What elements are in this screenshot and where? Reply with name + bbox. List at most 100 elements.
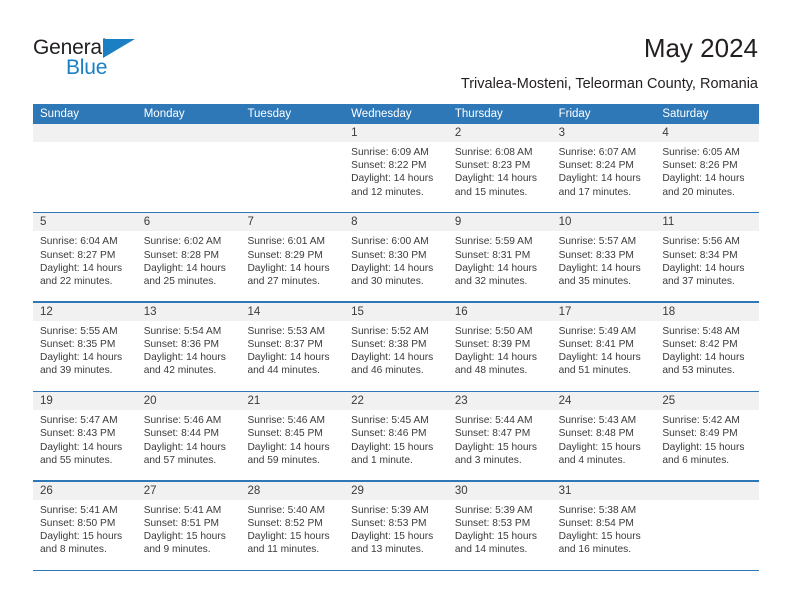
day-number[interactable]: 12 — [33, 303, 137, 321]
day-number[interactable]: 17 — [552, 303, 656, 321]
day-daylight-1-text: Daylight: 14 hours — [662, 173, 745, 185]
day-sunset-text: Sunset: 8:45 PM — [247, 428, 323, 440]
day-cell: Sunrise: 5:54 AM Sunset: 8:36 PM Daylight:… — [137, 321, 241, 391]
weekday-header-row: Sunday Monday Tuesday Wednesday Thursday… — [33, 104, 759, 124]
day-daylight-1-text: Daylight: 14 hours — [40, 352, 123, 364]
day-sunrise-text: Sunrise: 5:39 AM — [351, 504, 429, 516]
day-number[interactable]: 3 — [552, 124, 656, 142]
day-cell: Sunrise: 5:39 AM Sunset: 8:53 PM Daylight:… — [344, 500, 448, 570]
weekday-header-saturday: Saturday — [662, 108, 709, 120]
day-number[interactable]: 30 — [448, 482, 552, 500]
day-number-empty — [240, 124, 344, 142]
day-number[interactable]: 14 — [240, 303, 344, 321]
day-sunset-text: Sunset: 8:31 PM — [454, 249, 531, 261]
day-daylight-2-text: and 55 minutes. — [40, 454, 113, 466]
day-sunrise-text: Sunrise: 5:45 AM — [351, 415, 429, 427]
day-sunset-text: Sunset: 8:28 PM — [143, 249, 220, 261]
day-daylight-1-text: Daylight: 14 hours — [143, 441, 226, 453]
day-number[interactable]: 1 — [344, 124, 448, 142]
day-number[interactable]: 31 — [552, 482, 656, 500]
day-sunrise-text: Sunrise: 5:42 AM — [662, 415, 740, 427]
day-cell: Sunrise: 5:43 AM Sunset: 8:48 PM Daylight:… — [552, 410, 656, 480]
day-daylight-2-text: and 1 minute. — [351, 454, 413, 466]
day-cell: Sunrise: 5:59 AM Sunset: 8:31 PM Daylight:… — [448, 231, 552, 301]
day-sunset-text: Sunset: 8:49 PM — [662, 428, 738, 440]
day-daylight-2-text: and 16 minutes. — [558, 544, 632, 556]
day-daylight-1-text: Daylight: 14 hours — [454, 262, 537, 274]
day-cell: Sunrise: 6:01 AM Sunset: 8:29 PM Daylight:… — [240, 231, 344, 301]
day-number[interactable]: 2 — [448, 124, 552, 142]
day-number[interactable]: 16 — [448, 303, 552, 321]
calendar-week-row: 12 13 14 15 16 17 18 Sunrise: 5:55 AM Sunset: 8:… — [33, 302, 759, 393]
day-sunset-text: Sunset: 8:44 PM — [143, 428, 220, 440]
day-cell: Sunrise: 5:56 AM Sunset: 8:34 PM Daylight:… — [655, 231, 759, 301]
day-daylight-1-text: Daylight: 15 hours — [351, 530, 434, 542]
day-sunset-text: Sunset: 8:30 PM — [351, 249, 427, 261]
day-cell: Sunrise: 5:50 AM Sunset: 8:39 PM Daylight:… — [448, 321, 552, 391]
day-sunrise-text: Sunrise: 5:46 AM — [247, 415, 326, 427]
day-number[interactable]: 6 — [137, 213, 241, 231]
day-daylight-2-text: and 27 minutes. — [247, 276, 320, 287]
day-cell: Sunrise: 5:46 AM Sunset: 8:45 PM Daylight:… — [240, 410, 344, 480]
calendar-week-row: 1 2 3 4 Sunrise: 6:09 AM Sunset: 8:22 PM Dayli… — [33, 124, 759, 214]
day-daylight-2-text: and 8 minutes. — [40, 544, 107, 556]
day-number[interactable]: 29 — [344, 482, 448, 500]
week-date-number-band: 26 27 28 29 30 31 — [33, 481, 759, 500]
day-number[interactable]: 15 — [344, 303, 448, 321]
day-number[interactable]: 8 — [344, 213, 448, 231]
day-sunset-text: Sunset: 8:34 PM — [662, 249, 738, 261]
day-daylight-1-text: Daylight: 14 hours — [143, 262, 226, 274]
day-sunset-text: Sunset: 8:39 PM — [454, 338, 531, 350]
calendar-grid: Sunday Monday Tuesday Wednesday Thursday… — [33, 104, 759, 571]
day-sunrise-text: Sunrise: 6:01 AM — [247, 236, 326, 248]
week-date-number-band: 19 20 21 22 23 24 25 — [33, 392, 759, 411]
day-sunset-text: Sunset: 8:29 PM — [247, 249, 323, 261]
day-daylight-1-text: Daylight: 15 hours — [351, 441, 434, 453]
day-number[interactable]: 5 — [33, 213, 137, 231]
day-number[interactable]: 24 — [552, 392, 656, 410]
day-number[interactable]: 13 — [137, 303, 241, 321]
day-number[interactable]: 9 — [448, 213, 552, 231]
day-number[interactable]: 11 — [655, 213, 759, 231]
day-number[interactable]: 22 — [344, 392, 448, 410]
day-number[interactable]: 18 — [655, 303, 759, 321]
day-daylight-2-text: and 9 minutes. — [143, 544, 211, 556]
day-number[interactable]: 7 — [240, 213, 344, 231]
day-cell-empty — [137, 142, 241, 212]
day-sunset-text: Sunset: 8:26 PM — [662, 160, 738, 172]
day-daylight-1-text: Daylight: 14 hours — [558, 173, 641, 185]
day-daylight-1-text: Daylight: 14 hours — [351, 173, 434, 185]
day-number[interactable]: 26 — [33, 482, 137, 500]
day-sunrise-text: Sunrise: 6:07 AM — [558, 147, 637, 158]
day-daylight-2-text: and 39 minutes. — [40, 365, 113, 377]
day-sunset-text: Sunset: 8:47 PM — [454, 428, 531, 440]
day-sunset-text: Sunset: 8:51 PM — [143, 517, 220, 529]
week-date-number-band: 12 13 14 15 16 17 18 — [33, 302, 759, 321]
day-daylight-1-text: Daylight: 15 hours — [454, 441, 537, 453]
day-sunset-text: Sunset: 8:36 PM — [143, 338, 220, 350]
day-daylight-1-text: Daylight: 15 hours — [662, 441, 745, 453]
day-sunset-text: Sunset: 8:48 PM — [558, 428, 634, 440]
day-number[interactable]: 10 — [552, 213, 656, 231]
day-sunrise-text: Sunrise: 5:47 AM — [40, 415, 118, 427]
weekday-header-monday: Monday — [143, 108, 185, 120]
day-number[interactable]: 21 — [240, 392, 344, 410]
day-daylight-2-text: and 51 minutes. — [558, 365, 632, 377]
calendar-week-row: 26 27 28 29 30 31 Sunrise: 5:41 AM Sunset: 8:50… — [33, 481, 759, 571]
day-cell: Sunrise: 5:55 AM Sunset: 8:35 PM Daylight:… — [33, 321, 137, 391]
day-cell: Sunrise: 5:46 AM Sunset: 8:44 PM Daylight:… — [137, 410, 241, 480]
day-sunrise-text: Sunrise: 5:48 AM — [662, 325, 740, 337]
day-number[interactable]: 25 — [655, 392, 759, 410]
day-number[interactable]: 4 — [655, 124, 759, 142]
day-sunrise-text: Sunrise: 5:57 AM — [558, 236, 637, 248]
day-number[interactable]: 28 — [240, 482, 344, 500]
week-detail-row: Sunrise: 5:55 AM Sunset: 8:35 PM Daylight:… — [33, 320, 759, 391]
day-cell: Sunrise: 5:57 AM Sunset: 8:33 PM Daylight:… — [552, 231, 656, 301]
day-number[interactable]: 19 — [33, 392, 137, 410]
day-number[interactable]: 20 — [137, 392, 241, 410]
day-cell: Sunrise: 6:09 AM Sunset: 8:22 PM Daylight:… — [344, 142, 448, 212]
day-number[interactable]: 23 — [448, 392, 552, 410]
calendar-weeks: 1 2 3 4 Sunrise: 6:09 AM Sunset: 8:22 PM Dayli… — [33, 124, 759, 571]
day-sunset-text: Sunset: 8:37 PM — [247, 338, 323, 350]
day-number[interactable]: 27 — [137, 482, 241, 500]
